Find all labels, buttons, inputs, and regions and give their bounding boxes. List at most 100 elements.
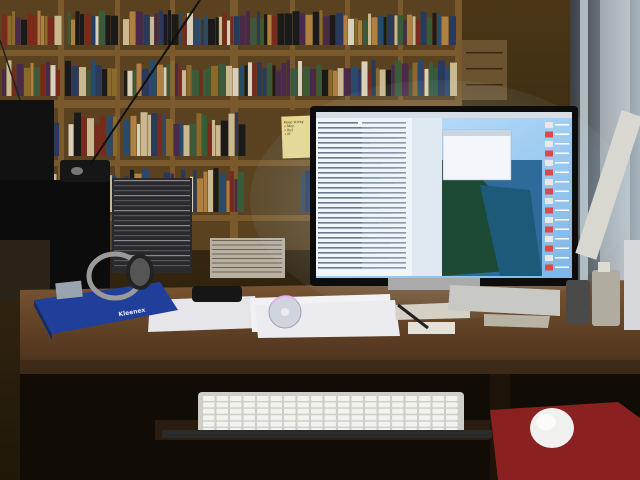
book-spine [362, 20, 368, 45]
key [365, 396, 377, 401]
desktop-file-label-line [555, 152, 569, 154]
book-spine [113, 116, 117, 156]
book-spine [21, 19, 27, 45]
key [216, 408, 228, 414]
book-spine [87, 118, 94, 156]
key [419, 402, 431, 408]
desktop-file-icon [545, 188, 553, 195]
desk-scene [0, 0, 640, 480]
book-spine [354, 18, 358, 45]
book-spine [215, 125, 221, 156]
key [338, 421, 350, 427]
book-spine [239, 65, 244, 96]
cd-case-edge [114, 250, 190, 252]
key [311, 415, 323, 421]
book-spine [133, 69, 136, 96]
key [446, 402, 458, 408]
book-spine [196, 113, 202, 156]
desktop-file-label-line [555, 228, 569, 230]
list-row-line [362, 237, 406, 239]
book-spine [12, 11, 15, 46]
cd-case-edge [114, 210, 190, 212]
book-spine [403, 19, 407, 45]
book-spine [234, 16, 239, 45]
cd-case-edge [212, 271, 282, 273]
key [257, 421, 269, 427]
key [365, 421, 377, 427]
key [365, 415, 377, 421]
book-spine [67, 12, 71, 45]
desktop-file-icon [545, 150, 553, 157]
list-row-line [362, 122, 406, 124]
key [432, 402, 444, 408]
book-spine [183, 125, 190, 156]
key [365, 408, 377, 414]
key [297, 421, 309, 427]
book-spine [34, 67, 40, 96]
book-spine [260, 18, 264, 45]
book-spine [75, 11, 80, 45]
book-spine [79, 67, 86, 96]
book-spine [178, 68, 182, 96]
key [257, 396, 269, 401]
book-spine [157, 64, 163, 96]
book-spine [287, 60, 290, 96]
book-spine [226, 65, 232, 96]
cd-case-edge [114, 180, 190, 182]
key [243, 415, 255, 421]
book-spine [310, 68, 316, 96]
key [419, 415, 431, 421]
book-spine [267, 14, 272, 45]
book-spine [124, 70, 127, 96]
book-spine [203, 69, 207, 96]
list-row-line [362, 197, 406, 199]
book-spine [227, 20, 230, 45]
list-row-line [362, 132, 406, 134]
desktop-file-label-line [555, 247, 569, 249]
key [203, 396, 215, 401]
book-spine [337, 68, 344, 96]
book-spine [333, 70, 337, 96]
book-spine [163, 14, 168, 45]
list-row-line [362, 127, 406, 129]
key [284, 415, 296, 421]
desktop-file-label-line [555, 124, 569, 126]
book-spine [230, 171, 234, 212]
book-spine [27, 13, 32, 46]
book-spine [313, 11, 319, 45]
book-spine [290, 68, 298, 96]
desktop-file-label-line [555, 143, 569, 145]
desktop-file-label-line [555, 257, 569, 259]
key [311, 402, 323, 408]
book-spine [201, 20, 204, 45]
key [284, 402, 296, 408]
book-spine [159, 10, 163, 45]
book-spine [107, 68, 112, 96]
book-spine [150, 16, 154, 45]
list-row-line [362, 232, 406, 234]
key [419, 421, 431, 427]
book-spine [50, 65, 56, 96]
key [419, 396, 431, 401]
book-spine [348, 18, 354, 45]
book-spine [319, 10, 323, 46]
key [311, 408, 323, 414]
book-spine [218, 63, 226, 96]
list-row-line [318, 202, 366, 204]
desktop-file-icon [545, 141, 553, 147]
key [351, 408, 363, 414]
key [446, 421, 458, 427]
book-spine [112, 68, 117, 96]
book-spine [272, 65, 276, 96]
list-row-line [318, 122, 358, 124]
key [392, 402, 404, 408]
list-row-line [318, 187, 367, 189]
book-spine [170, 60, 175, 96]
key [216, 421, 228, 427]
book-spine [292, 11, 300, 45]
key [270, 421, 282, 427]
desktop-file-icon [545, 217, 553, 223]
key [446, 408, 458, 414]
book-spine [24, 67, 30, 96]
list-row-line [362, 142, 406, 144]
